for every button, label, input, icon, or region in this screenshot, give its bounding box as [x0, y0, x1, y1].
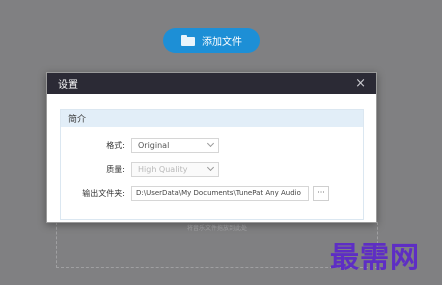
chevron-down-icon	[206, 163, 215, 172]
quality-value: High Quality	[138, 164, 188, 174]
drop-hint: 将音乐文件拖放到此处	[186, 225, 247, 232]
settings-dialog: 设置 × 简介 格式: Original 质量: High Quality 输出…	[46, 72, 377, 223]
dialog-title: 设置	[58, 80, 78, 91]
settings-section: 简介 格式: Original 质量: High Quality 输出文件夹: …	[60, 109, 364, 220]
output-path-input[interactable]: D:\UserData\My Documents\TunePat Any Aud…	[131, 185, 309, 201]
chevron-down-icon	[206, 139, 215, 148]
add-file-label: 添加文件	[202, 37, 242, 48]
quality-label: 质量:	[106, 164, 125, 174]
format-value: Original	[138, 140, 170, 150]
format-select[interactable]: Original	[131, 137, 219, 153]
folder-icon	[181, 35, 195, 46]
browse-button[interactable]: ···	[313, 185, 329, 201]
dialog-titlebar: 设置 ×	[47, 73, 376, 94]
section-header: 简介	[61, 110, 363, 127]
format-label: 格式:	[106, 140, 125, 150]
watermark-logo: 最需网	[330, 240, 421, 274]
close-icon[interactable]: ×	[355, 77, 366, 90]
add-file-button[interactable]: 添加文件	[163, 28, 260, 53]
quality-select[interactable]: High Quality	[131, 161, 219, 177]
output-row: 输出文件夹: D:\UserData\My Documents\TunePat …	[61, 185, 365, 201]
quality-row: 质量: High Quality	[61, 161, 365, 177]
output-label: 输出文件夹:	[82, 188, 125, 198]
format-row: 格式: Original	[61, 137, 365, 153]
